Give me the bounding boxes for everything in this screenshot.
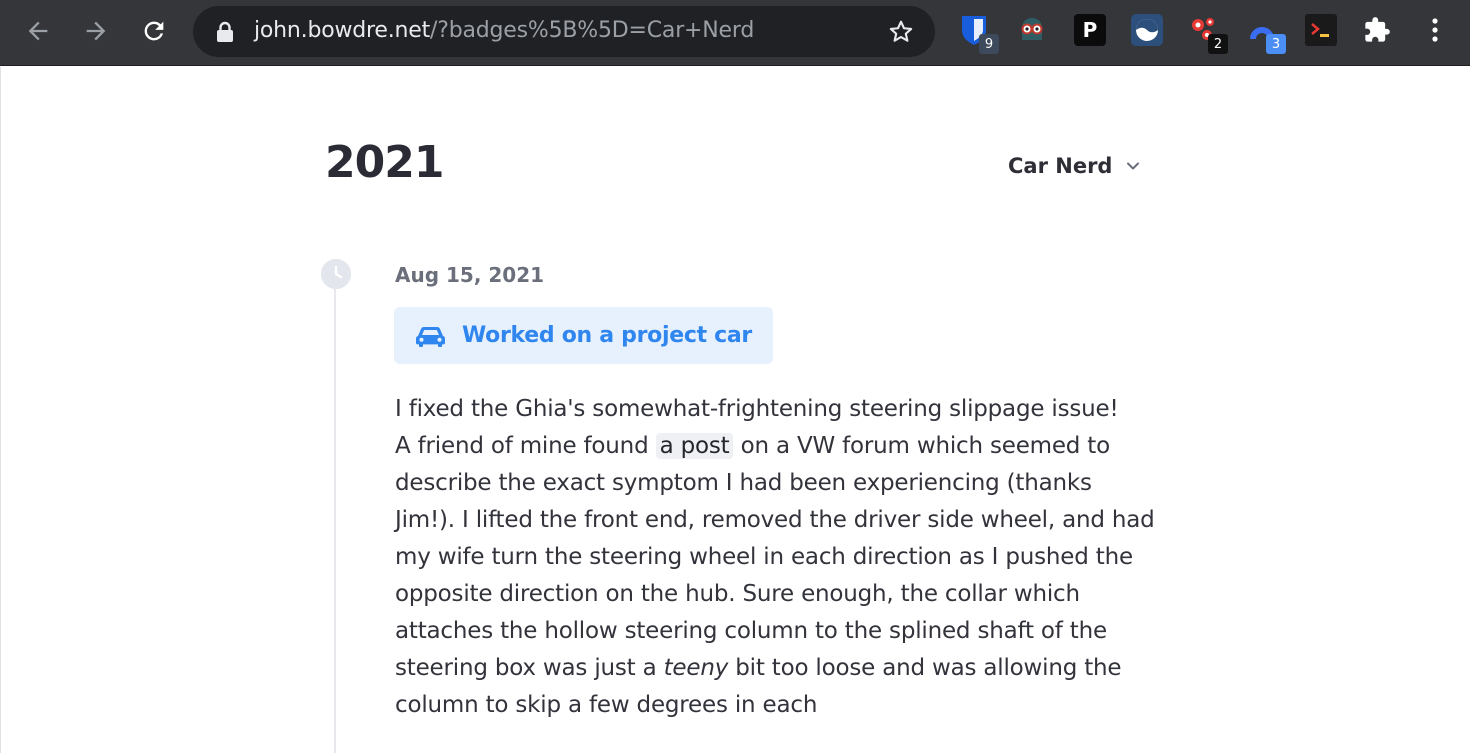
- spy-extension[interactable]: [1016, 14, 1048, 46]
- entry-text: on a VW forum which seemed to describe t…: [395, 433, 1155, 681]
- badge-filter-dropdown[interactable]: Car Nerd: [1008, 154, 1140, 178]
- entry-date: Aug 15, 2021: [395, 263, 545, 287]
- back-button[interactable]: [20, 13, 56, 49]
- red-dots-badge: 2: [1208, 34, 1228, 54]
- url-text[interactable]: john.bowdre.net/?badges%5B%5D=Car+Nerd: [254, 18, 754, 43]
- address-bar[interactable]: john.bowdre.net/?badges%5B%5D=Car+Nerd: [193, 6, 935, 57]
- page-content: 2021 Car Nerd Aug 15, 2021 Worked on a p…: [0, 67, 1470, 753]
- puzzle-icon: [1365, 17, 1390, 42]
- entry-emphasis: teeny: [663, 655, 729, 681]
- entry-paragraph-2: A friend of mine found a post on a VW fo…: [395, 428, 1155, 724]
- arrow-left-icon: [28, 21, 48, 41]
- year-heading: 2021: [325, 137, 444, 188]
- entry-paragraph-1: I fixed the Ghia's somewhat-frightening …: [395, 396, 1119, 422]
- forward-button[interactable]: [78, 13, 114, 49]
- forum-post-link[interactable]: a post: [655, 433, 734, 459]
- chevron-down-icon: [1127, 162, 1140, 170]
- entry-text: A friend of mine found: [395, 433, 656, 459]
- entry-body: I fixed the Ghia's somewhat-frightening …: [395, 391, 1155, 724]
- terminal-icon: [1311, 23, 1329, 37]
- spy-glasses-icon: [1021, 18, 1043, 40]
- bitwarden-badge: 9: [979, 34, 999, 54]
- badge-filter-label: Car Nerd: [1008, 154, 1113, 178]
- bookmark-star-icon[interactable]: [887, 18, 915, 46]
- badge-label: Worked on a project car: [462, 323, 752, 348]
- timeline-line: [334, 277, 336, 753]
- badge-worked-on-project-car[interactable]: Worked on a project car: [394, 307, 773, 364]
- letter-p-icon: P: [1082, 18, 1098, 42]
- car-icon: [416, 326, 445, 347]
- clock-icon: [321, 259, 351, 289]
- arrow-right-icon: [86, 21, 106, 41]
- kebab-menu-icon: [1432, 18, 1438, 42]
- sphere-icon: [1136, 19, 1158, 41]
- blue-arc-badge: 3: [1266, 34, 1286, 54]
- sphere-extension[interactable]: [1131, 14, 1163, 46]
- reload-icon: [144, 21, 164, 41]
- reload-button[interactable]: [136, 13, 172, 49]
- url-host: john.bowdre.net: [254, 18, 431, 43]
- browser-toolbar: john.bowdre.net/?badges%5B%5D=Car+Nerd 9…: [0, 0, 1470, 66]
- terminal-extension[interactable]: [1305, 14, 1337, 46]
- extensions-menu-button[interactable]: [1361, 14, 1393, 46]
- url-path: /?badges%5B%5D=Car+Nerd: [430, 18, 755, 43]
- browser-menu-button[interactable]: [1419, 14, 1451, 46]
- pushbullet-extension[interactable]: P: [1074, 14, 1106, 46]
- lock-icon: [217, 21, 233, 42]
